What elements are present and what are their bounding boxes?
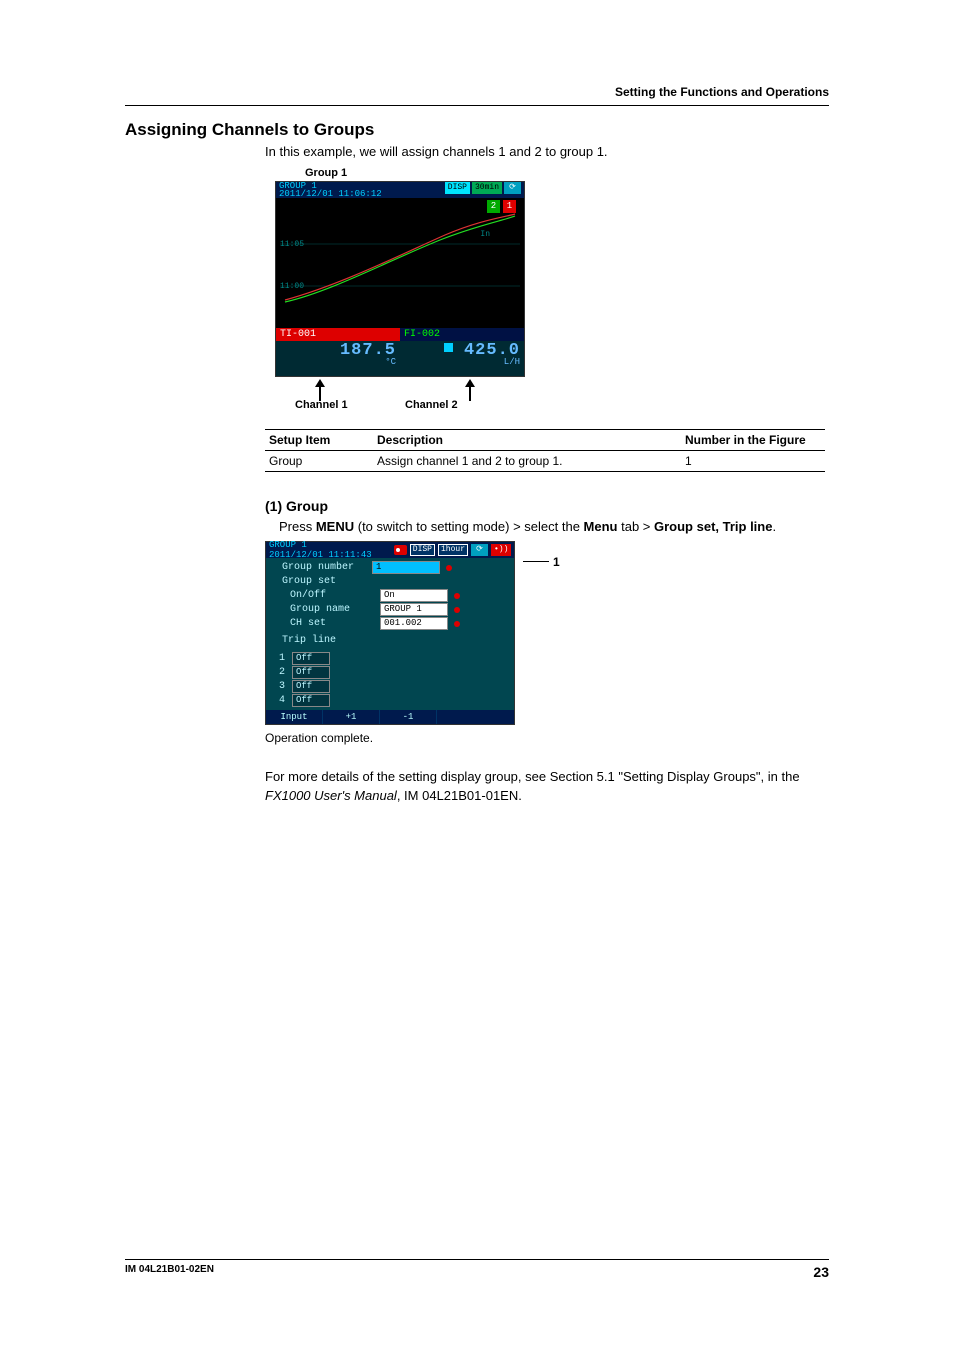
- sound-icon: •)): [491, 544, 511, 556]
- flag-1: 1: [503, 200, 516, 213]
- cell-num: 1: [681, 451, 825, 472]
- rate-badge: 30min: [472, 182, 502, 194]
- marker-dot: [446, 565, 452, 571]
- footer-minus-button[interactable]: -1: [380, 710, 437, 724]
- marker-dot: [454, 621, 460, 627]
- trend-lines: [280, 200, 520, 310]
- footer-plus-button[interactable]: +1: [323, 710, 380, 724]
- subsection-desc: Press MENU (to switch to setting mode) >…: [279, 518, 829, 537]
- setup-table: Setup Item Description Number in the Fig…: [265, 429, 825, 472]
- field-ch-set[interactable]: 001.002: [380, 617, 448, 630]
- footer-page-number: 23: [813, 1264, 829, 1280]
- refresh-icon: ⟳: [504, 182, 521, 194]
- label-trip-line: Trip line: [282, 635, 372, 646]
- operation-complete: Operation complete.: [265, 731, 829, 745]
- figure1-caption-ch2: Channel 2: [405, 399, 458, 411]
- refresh-icon: ⟳: [471, 544, 488, 556]
- label-group-number: Group number: [282, 562, 372, 573]
- trip-num: 3: [272, 681, 292, 692]
- rate-badge: 1hour: [438, 544, 468, 556]
- footer-input-button[interactable]: Input: [266, 710, 323, 724]
- running-head: Setting the Functions and Operations: [125, 85, 829, 106]
- ch2-name: FI-002: [400, 328, 524, 341]
- alarm-icon: [444, 343, 453, 352]
- time-tick-2: 11:00: [280, 282, 304, 291]
- label-onoff: On/Off: [290, 590, 380, 601]
- label-ch-set: CH set: [290, 618, 380, 629]
- figure1-caption-top: Group 1: [305, 167, 829, 179]
- trip-field-4[interactable]: Off: [292, 694, 330, 707]
- set-group-label: GROUP 1: [269, 540, 307, 550]
- disp-badge: DISP: [410, 544, 435, 556]
- table-header-num: Number in the Figure: [681, 430, 825, 451]
- ch1-name: TI-001: [276, 328, 400, 341]
- arrow-up-icon: [315, 379, 325, 399]
- plot-label-in: In: [480, 230, 490, 239]
- subsection-heading: (1) Group: [265, 498, 829, 514]
- trip-field-2[interactable]: Off: [292, 666, 330, 679]
- field-onoff[interactable]: On: [380, 589, 448, 602]
- intro-text: In this example, we will assign channels…: [265, 144, 829, 159]
- table-row: Group Assign channel 1 and 2 to group 1.…: [265, 451, 825, 472]
- trip-field-1[interactable]: Off: [292, 652, 330, 665]
- callout-1: 1: [523, 555, 560, 569]
- trip-num: 1: [272, 653, 292, 664]
- footer-doc-id: IM 04L21B01-02EN: [125, 1264, 214, 1280]
- disp-badge: DISP: [445, 182, 470, 194]
- trip-num: 2: [272, 667, 292, 678]
- trend-timestamp: 2011/12/01 11:06:12: [279, 189, 382, 199]
- trip-field-3[interactable]: Off: [292, 680, 330, 693]
- cell-desc: Assign channel 1 and 2 to group 1.: [373, 451, 681, 472]
- arrow-up-icon: [465, 379, 475, 399]
- figure1-caption-ch1: Channel 1: [295, 399, 405, 411]
- record-icon: [394, 545, 407, 555]
- callout-number: 1: [553, 555, 560, 569]
- field-group-name[interactable]: GROUP 1: [380, 603, 448, 616]
- section-heading: Assigning Channels to Groups: [125, 120, 829, 140]
- trend-screenshot: GROUP 12011/12/01 11:06:12 DISP 30min ⟳ …: [275, 181, 525, 377]
- label-group-set: Group set: [282, 576, 372, 587]
- table-header-desc: Description: [373, 430, 681, 451]
- cell-setup: Group: [265, 451, 373, 472]
- flag-2: 2: [487, 200, 500, 213]
- more-details: For more details of the setting display …: [265, 767, 829, 806]
- table-header-setup: Setup Item: [265, 430, 373, 451]
- settings-screenshot: GROUP 12011/12/01 11:11:43 DISP 1hour ⟳ …: [265, 541, 515, 725]
- trip-num: 4: [272, 695, 292, 706]
- set-timestamp: 2011/12/01 11:11:43: [269, 550, 372, 560]
- marker-dot: [454, 593, 460, 599]
- time-tick-1: 11:05: [280, 240, 304, 249]
- label-group-name: Group name: [290, 604, 380, 615]
- field-group-number[interactable]: 1: [372, 561, 440, 574]
- marker-dot: [454, 607, 460, 613]
